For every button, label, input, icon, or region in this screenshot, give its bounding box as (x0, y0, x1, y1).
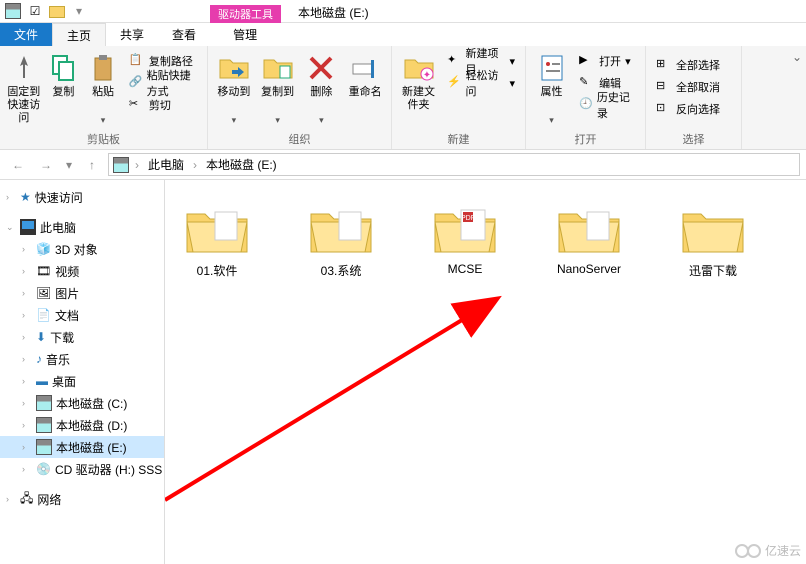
tab-view[interactable]: 查看 (158, 23, 210, 46)
select-none-button[interactable]: ⊟全部取消 (652, 76, 724, 98)
properties-button[interactable]: 属性 (532, 50, 571, 126)
ribbon-collapse-icon[interactable]: ⌄ (792, 50, 802, 64)
paste-shortcut-button[interactable]: 🔗粘贴快捷方式 (125, 72, 201, 94)
tree-item-selected[interactable]: ›本地磁盘 (E:) (0, 436, 164, 458)
rename-button[interactable]: 重命名 (345, 50, 385, 112)
select-all-button[interactable]: ⊞全部选择 (652, 54, 724, 76)
nav-forward-button[interactable]: → (34, 153, 58, 177)
new-folder-button[interactable]: ✦新建文件夹 (398, 50, 439, 112)
tree-quick-access[interactable]: ›★快速访问 (0, 186, 164, 208)
group-clipboard-title: 剪贴板 (6, 131, 201, 149)
folder-item[interactable]: NanoServer (547, 204, 631, 279)
contextual-tab-label: 驱动器工具 (210, 5, 281, 23)
drive-icon (5, 3, 21, 19)
copy-to-button[interactable]: 复制到 (258, 50, 298, 126)
tree-item[interactable]: ›🎞视频 (0, 260, 164, 282)
move-to-button[interactable]: 移动到 (214, 50, 254, 126)
tree-item[interactable]: ›🧊3D 对象 (0, 238, 164, 260)
copy-button[interactable]: 复制 (46, 50, 82, 112)
tree-item[interactable]: ›♪音乐 (0, 348, 164, 370)
qat-more[interactable]: ▾ (71, 3, 87, 19)
tab-manage[interactable]: 管理 (219, 23, 271, 46)
nav-back-button[interactable]: ← (6, 153, 30, 177)
folder-item[interactable]: 03.系统 (299, 204, 383, 279)
tree-this-pc[interactable]: ⌄此电脑 (0, 216, 164, 238)
nav-recent-button[interactable]: ▾ (62, 153, 76, 177)
paste-button[interactable]: 粘贴 (85, 50, 121, 126)
easy-access-button[interactable]: ⚡轻松访问 ▾ (443, 72, 519, 94)
content-pane[interactable]: 01.软件 03.系统 PDF MCSE NanoServer 迅雷下载 (165, 180, 806, 564)
annotation-arrow (165, 295, 665, 505)
breadcrumb-drive-icon (113, 157, 129, 173)
tree-item[interactable]: ›💿CD 驱动器 (H:) SSS (0, 458, 164, 480)
tab-file[interactable]: 文件 (0, 23, 52, 46)
open-button[interactable]: ▶打开 ▾ (575, 50, 639, 72)
group-open-title: 打开 (532, 131, 639, 149)
tree-item[interactable]: ›本地磁盘 (C:) (0, 392, 164, 414)
invert-selection-button[interactable]: ⊡反向选择 (652, 98, 724, 120)
nav-tree[interactable]: ›★快速访问 ⌄此电脑 ›🧊3D 对象 ›🎞视频 ›🖼图片 ›📄文档 ›⬇下载 … (0, 180, 165, 564)
folder-item[interactable]: PDF MCSE (423, 204, 507, 279)
tab-share[interactable]: 共享 (106, 23, 158, 46)
tree-item[interactable]: ›🖼图片 (0, 282, 164, 304)
qat-checkbox[interactable]: ☑ (27, 3, 43, 19)
tree-item[interactable]: ›本地磁盘 (D:) (0, 414, 164, 436)
cut-button[interactable]: ✂剪切 (125, 94, 201, 116)
watermark: 亿速云 (735, 542, 801, 559)
tree-item[interactable]: ›⬇下载 (0, 326, 164, 348)
svg-text:✦: ✦ (422, 70, 430, 81)
breadcrumb-drive[interactable]: 本地磁盘 (E:) (203, 156, 280, 173)
window-title: 本地磁盘 (E:) (298, 4, 369, 21)
group-select-title: 选择 (652, 131, 735, 149)
folder-item[interactable]: 01.软件 (175, 204, 259, 279)
tree-item[interactable]: ›📄文档 (0, 304, 164, 326)
tab-home[interactable]: 主页 (52, 23, 106, 46)
history-button[interactable]: 🕘历史记录 (575, 94, 639, 116)
nav-up-button[interactable]: ↑ (80, 153, 104, 177)
breadcrumb-pc[interactable]: 此电脑 (145, 156, 187, 173)
folder-item[interactable]: 迅雷下载 (671, 204, 755, 279)
address-bar[interactable]: 此电脑 本地磁盘 (E:) (108, 153, 800, 176)
tree-network[interactable]: ›🖧网络 (0, 488, 164, 510)
svg-text:PDF: PDF (461, 215, 475, 222)
qat-folder[interactable] (49, 3, 65, 19)
tree-item[interactable]: ›▬桌面 (0, 370, 164, 392)
delete-button[interactable]: 删除 (302, 50, 342, 126)
group-organize-title: 组织 (214, 131, 385, 149)
pin-button[interactable]: 固定到快速访问 (6, 50, 42, 125)
group-new-title: 新建 (398, 131, 519, 149)
